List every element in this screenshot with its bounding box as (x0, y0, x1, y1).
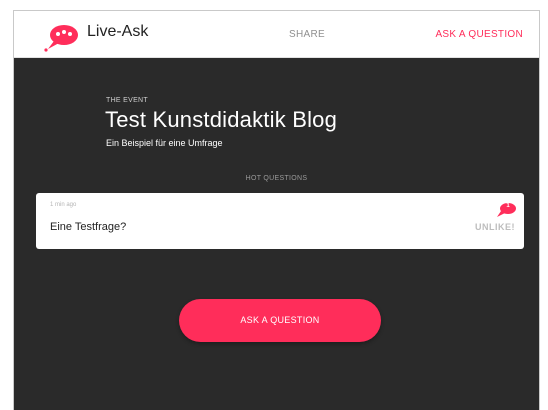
app-window: Live-Ask SHARE ASK A QUESTION THE EVENT … (13, 10, 540, 410)
question-timestamp: 1 min ago (50, 202, 77, 208)
vote-count: 1 (506, 203, 510, 209)
question-card: 1 min ago Eine Testfrage? 1 UNLIKE! (36, 193, 524, 249)
speech-bubble-icon[interactable] (41, 22, 81, 52)
ask-question-button[interactable]: ASK A QUESTION (179, 299, 381, 342)
nav-share-link[interactable]: SHARE (289, 29, 325, 40)
event-subtitle: Ein Beispiel für eine Umfrage (106, 138, 223, 148)
top-navbar: Live-Ask SHARE ASK A QUESTION (14, 11, 539, 58)
page-title: Test Kunstdidaktik Blog (105, 107, 338, 132)
hot-questions-heading: HOT QUESTIONS (245, 175, 308, 182)
unlike-button[interactable]: UNLIKE! (475, 222, 515, 232)
nav-ask-question-link[interactable]: ASK A QUESTION (435, 29, 523, 40)
event-overline: THE EVENT (106, 97, 148, 104)
question-text: Eine Testfrage? (50, 221, 127, 233)
app-name[interactable]: Live-Ask (87, 23, 148, 41)
